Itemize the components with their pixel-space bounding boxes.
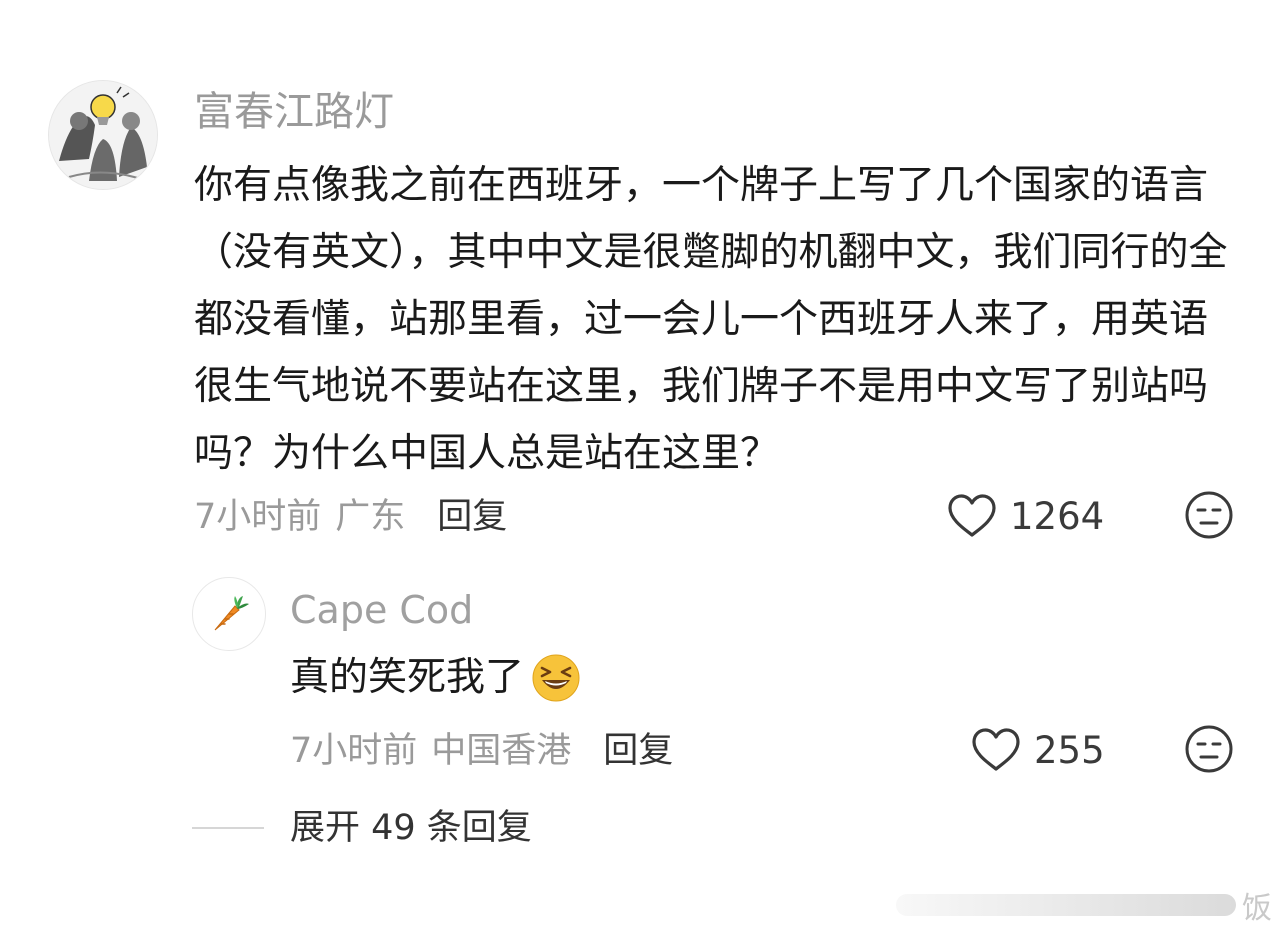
unamused-face-icon [1185, 491, 1233, 539]
reply-reply-button[interactable]: 回复 [603, 722, 673, 773]
watermark-bar [896, 894, 1236, 916]
reply-text: 真的笑死我了 [290, 655, 525, 700]
heart-icon [948, 494, 996, 537]
watermark: 饭 [872, 887, 1272, 926]
reply-user-avatar[interactable] [192, 577, 266, 651]
reply-button[interactable]: 回复 [437, 488, 507, 539]
dislike-button[interactable] [1184, 490, 1234, 540]
carrot-icon [214, 596, 249, 631]
reply-content: 真的笑死我了 [290, 652, 582, 704]
comment-region: 广东 [335, 496, 406, 537]
reply-username[interactable]: Cape Cod [290, 586, 473, 634]
comment-time: 7小时前 [194, 496, 322, 537]
like-count: 1264 [1010, 494, 1105, 538]
reply-like-count: 255 [1034, 728, 1105, 772]
heart-icon [972, 728, 1020, 771]
reply-dislike-button[interactable] [1184, 724, 1234, 774]
expand-divider [192, 827, 264, 829]
comment-username[interactable]: 富春江路灯 [194, 86, 394, 138]
comment-meta: 7小时前 广东 回复 [194, 488, 507, 538]
avatar-illustration [49, 81, 157, 189]
reply-like-button[interactable]: 255 [970, 722, 1105, 778]
user-avatar[interactable] [48, 80, 158, 190]
laughing-emoji-icon [532, 654, 580, 702]
comment-text: 你有点像我之前在西班牙，一个牌子上写了几个国家的语言（没有英文），其中中文是很蹩… [194, 163, 1228, 476]
reply-region: 中国香港 [431, 730, 572, 771]
expand-replies-button[interactable]: 展开 49 条回复 [290, 804, 532, 852]
unamused-face-icon [1185, 725, 1233, 773]
like-button[interactable]: 1264 [946, 488, 1104, 544]
reply-time: 7小时前 [290, 730, 418, 771]
watermark-text: 饭 [1242, 891, 1272, 926]
reply-meta: 7小时前 中国香港 回复 [290, 722, 673, 772]
